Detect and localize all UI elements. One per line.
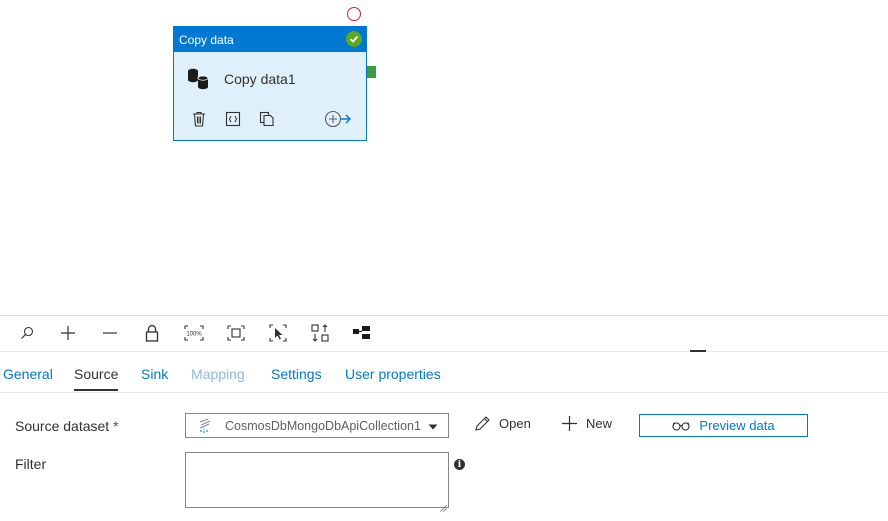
open-dataset-button[interactable]: Open — [474, 415, 531, 432]
properties-tabs: General Source Sink Mapping Settings Use… — [0, 358, 888, 392]
success-output-port[interactable] — [367, 66, 376, 78]
new-label: New — [586, 416, 613, 431]
source-dataset-dropdown[interactable]: CosmosDbMongoDbApiCollection1 — [185, 413, 449, 438]
lock-icon[interactable] — [141, 322, 163, 344]
layout-icon[interactable] — [351, 322, 373, 344]
filter-input[interactable] — [185, 452, 449, 508]
activity-name[interactable]: Copy data1 — [224, 71, 296, 87]
required-marker: * — [113, 418, 119, 434]
search-icon[interactable] — [16, 322, 38, 344]
new-dataset-button[interactable]: New — [561, 415, 612, 432]
tab-settings[interactable]: Settings — [271, 358, 322, 391]
next-activity-icon[interactable] — [324, 110, 352, 133]
tab-user-properties[interactable]: User properties — [345, 358, 441, 391]
source-dataset-label: Source dataset * — [15, 418, 119, 434]
canvas-toolbar: 100% — [0, 316, 888, 350]
cosmos-db-icon — [198, 417, 212, 434]
open-label: Open — [499, 416, 531, 431]
edit-pencil-icon — [474, 415, 491, 432]
panel-divider — [0, 351, 888, 352]
tab-sink[interactable]: Sink — [141, 358, 168, 391]
tab-general[interactable]: General — [3, 358, 53, 391]
delete-icon[interactable] — [190, 110, 208, 128]
chevron-down-icon — [428, 417, 438, 435]
database-icon — [187, 68, 211, 95]
select-icon[interactable] — [267, 322, 289, 344]
preview-data-label: Preview data — [699, 418, 775, 433]
zoom-in-icon[interactable] — [57, 322, 79, 344]
zoom-out-icon[interactable] — [99, 322, 121, 344]
panel-resize-handle[interactable] — [690, 350, 706, 352]
fit-to-screen-icon[interactable] — [225, 322, 247, 344]
error-port-icon[interactable] — [347, 7, 361, 21]
filter-label: Filter — [15, 456, 47, 472]
source-dataset-value: CosmosDbMongoDbApiCollection1 — [225, 418, 421, 433]
plus-icon — [561, 415, 578, 432]
pipeline-canvas[interactable]: Copy data Copy data1 — [0, 0, 888, 315]
code-icon[interactable] — [224, 110, 242, 128]
info-icon[interactable]: i — [454, 459, 465, 470]
glasses-icon — [672, 421, 690, 431]
auto-align-icon[interactable] — [309, 322, 331, 344]
activity-type-label: Copy data — [179, 32, 234, 47]
copy-icon[interactable] — [258, 110, 276, 128]
tabs-divider — [0, 392, 888, 393]
tab-mapping[interactable]: Mapping — [191, 358, 245, 391]
svg-text:100%: 100% — [186, 332, 202, 338]
copy-data-activity[interactable]: Copy data Copy data1 — [173, 26, 367, 141]
zoom-100-icon[interactable]: 100% — [183, 322, 205, 344]
success-check-icon — [346, 31, 362, 47]
activity-header: Copy data — [174, 27, 366, 52]
preview-data-button[interactable]: Preview data — [639, 414, 808, 437]
tab-source[interactable]: Source — [74, 358, 119, 391]
textarea-resize-grip-icon[interactable] — [440, 499, 447, 517]
